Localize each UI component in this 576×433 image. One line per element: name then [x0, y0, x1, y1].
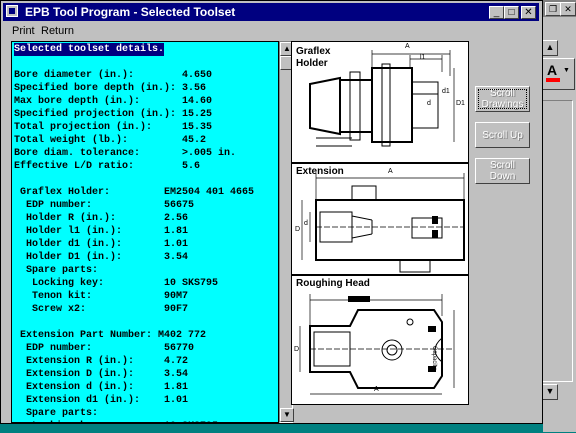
scroll-up-button[interactable]: Scroll Up [475, 122, 530, 148]
holder-dim-d: d [427, 100, 431, 107]
details-line: Holder R (in.): 2.56 [14, 213, 189, 224]
holder-dim-a: A [405, 43, 410, 50]
roughing-dim-capacity: Capacity [431, 346, 437, 370]
roughing-dim-a: A [374, 386, 379, 393]
menu-bar: Print Return [3, 23, 539, 40]
title-bar: EPB Tool Program - Selected Toolset _ □ … [3, 3, 539, 21]
background-scroll-down-icon[interactable]: ▼ [542, 384, 558, 400]
details-line: Holder D1 (in.): 3.54 [14, 252, 189, 263]
details-line: Extension R (in.): 4.72 [14, 356, 189, 367]
details-line: Spare parts: [14, 265, 99, 276]
details-line: Extension d1 (in.): 1.01 [14, 395, 189, 406]
details-line: EDP number: 56675 [14, 200, 195, 211]
scroll-drawings-button[interactable]: Scroll Drawings [475, 86, 530, 112]
details-line: Holder l1 (in.): 1.81 [14, 226, 189, 237]
toolset-details-text[interactable]: Selected toolset details. Bore diameter (… [11, 41, 279, 432]
roughing-head-drawing: Roughing Head A D Capacity [292, 274, 468, 404]
minimize-icon[interactable]: _ [489, 6, 504, 19]
chevron-down-icon: ▼ [563, 67, 570, 74]
background-restore-icon[interactable]: ❐ [545, 2, 561, 16]
background-window: ❐ ✕ ▲ A ▼ ▼ [538, 0, 576, 432]
extension-dim-a: A [388, 168, 393, 175]
details-line: EDP number: 56770 [14, 343, 195, 354]
extension-dim-big-d: D [295, 226, 301, 233]
background-panel [541, 100, 573, 382]
details-line: Specified projection (in.): 15.25 [14, 109, 213, 120]
details-line: Extension D (in.): 3.54 [14, 369, 189, 380]
close-icon[interactable]: ✕ [521, 6, 536, 19]
extension-sketch [301, 173, 465, 273]
details-line: Holder d1 (in.): 1.01 [14, 239, 189, 250]
scroll-down-arrow-icon[interactable]: ▼ [280, 408, 294, 422]
menu-return[interactable]: Return [41, 25, 74, 37]
details-line: Max bore depth (in.): 14.60 [14, 96, 213, 107]
main-window: EPB Tool Program - Selected Toolset _ □ … [0, 0, 543, 432]
details-line: Effective L/D ratio: 5.6 [14, 161, 201, 172]
details-line: Extension Part Number: M402 772 [14, 330, 207, 341]
details-line: Graflex Holder: EM2504 401 4665 [14, 187, 255, 198]
font-color-swatch [546, 78, 560, 82]
holder-dim-small-d1: d1 [442, 88, 450, 95]
extension-drawing: Extension A D d [292, 162, 468, 276]
background-scroll-up-icon[interactable]: ▲ [542, 40, 558, 56]
details-line: Bore diameter (in.): 4.650 [14, 70, 213, 81]
details-line: Specified bore depth (in.): 3.56 [14, 83, 207, 94]
font-color-button[interactable]: A ▼ [541, 58, 575, 90]
details-line: Tenon kit: 90M7 [14, 291, 189, 302]
details-line: Total weight (lb.): 45.2 [14, 135, 207, 146]
roughing-head-sketch [299, 294, 455, 395]
maximize-icon[interactable]: □ [504, 6, 519, 19]
details-line: Locking key: 10 SKS795 [14, 278, 219, 289]
holder-dim-d1: D1 [456, 100, 465, 107]
details-line: Bore diam. tolerance: >.005 in. [14, 148, 237, 159]
app-icon[interactable] [6, 5, 18, 17]
scroll-down-button[interactable]: Scroll Down [475, 158, 530, 184]
details-line: Screw x2: 90F7 [14, 304, 189, 315]
extension-dim-small-d: d [304, 220, 308, 227]
details-heading: Selected toolset details. [14, 43, 165, 56]
drawing-pane: Graflex Holder A l1 d D1 d1 Extension A … [291, 41, 469, 405]
font-color-icon: A [547, 62, 558, 78]
background-close-icon[interactable]: ✕ [560, 2, 576, 16]
roughing-dim-d: D [294, 346, 300, 353]
menu-print[interactable]: Print [12, 25, 35, 37]
details-line: Spare parts: [14, 408, 99, 419]
window-title: EPB Tool Program - Selected Toolset [25, 5, 236, 19]
details-line: Total projection (in.): 15.35 [14, 122, 213, 133]
holder-drawing: Graflex Holder A l1 d D1 d1 [292, 42, 468, 162]
holder-dim-l1: l1 [420, 54, 426, 61]
holder-sketch [309, 50, 455, 147]
details-line: Extension d (in.): 1.81 [14, 382, 189, 393]
desktop-strip [0, 424, 543, 432]
